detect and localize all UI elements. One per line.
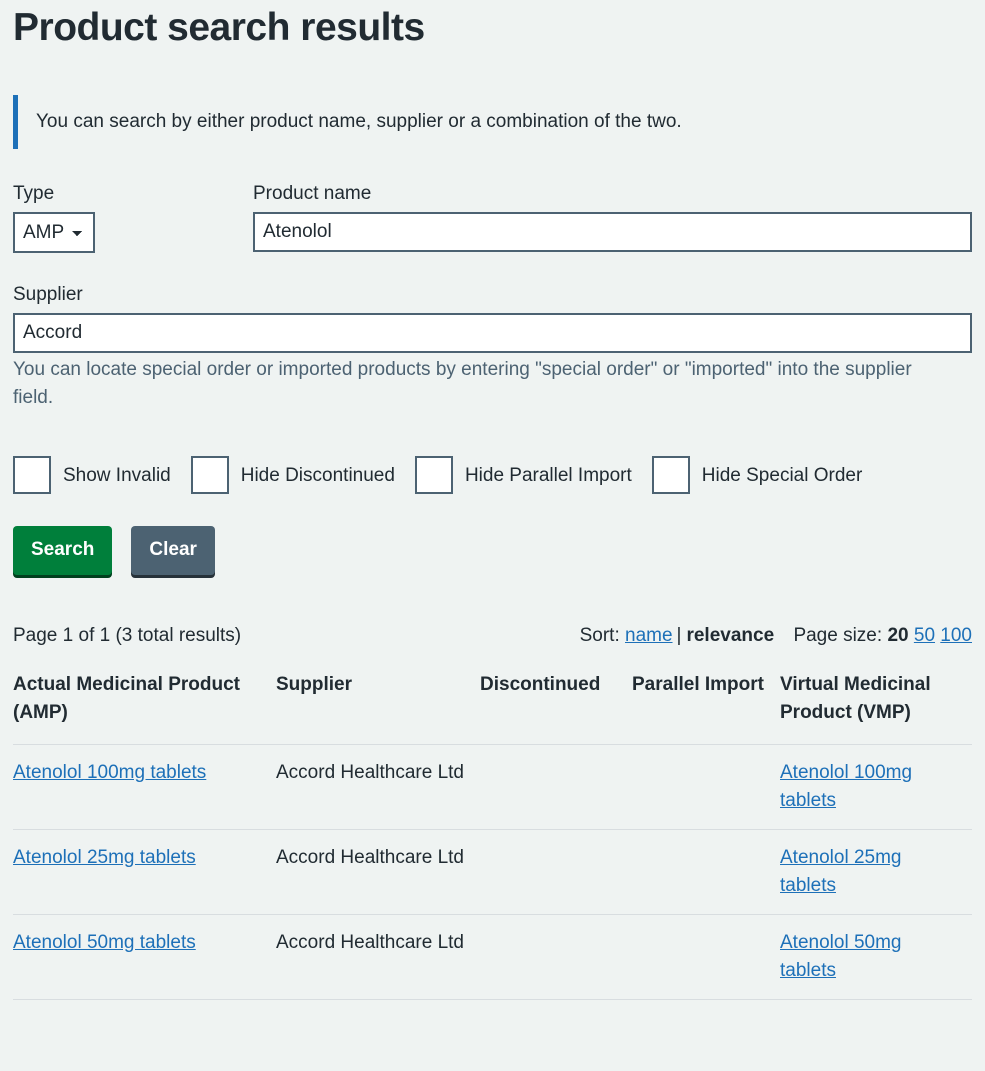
filter-checkbox-row: Show Invalid Hide Discontinued Hide Para… — [13, 456, 972, 494]
type-label: Type — [13, 183, 55, 204]
checkbox-box-icon[interactable] — [414, 456, 453, 494]
results-table: Actual Medicinal Product (AMP) Supplier … — [13, 671, 972, 1000]
checkbox-box-icon[interactable] — [651, 456, 690, 494]
info-callout: You can search by either product name, s… — [13, 95, 972, 149]
product-name-field-group: Product name — [253, 181, 972, 252]
cell-supplier: Accord Healthcare Ltd — [276, 914, 480, 1000]
checkbox-label: Hide Parallel Import — [464, 464, 632, 486]
table-row: Atenolol 100mg tablets Accord Healthcare… — [13, 744, 972, 830]
checkbox-label: Show Invalid — [63, 464, 171, 486]
checkbox-show-invalid[interactable]: Show Invalid — [13, 456, 171, 494]
cell-parallel-import — [632, 829, 780, 915]
column-header-supplier: Supplier — [276, 671, 480, 745]
cell-parallel-import — [632, 744, 780, 830]
sort-label: Sort: — [579, 625, 620, 646]
product-name-input[interactable] — [253, 212, 972, 252]
checkbox-hide-parallel-import[interactable]: Hide Parallel Import — [414, 456, 632, 494]
supplier-field-group: Supplier You can locate special order or… — [13, 282, 972, 412]
page-title: Product search results — [13, 6, 425, 49]
page-size-current-20: 20 — [887, 625, 909, 646]
cell-supplier: Accord Healthcare Ltd — [276, 829, 480, 915]
search-form: Type AMP Product name Supplier You can l… — [13, 181, 972, 575]
type-and-product-row: Type AMP Product name — [13, 181, 972, 253]
sort-separator: | — [676, 625, 682, 646]
results-table-head: Actual Medicinal Product (AMP) Supplier … — [13, 671, 972, 745]
checkbox-label: Hide Special Order — [701, 464, 863, 486]
results-table-body: Atenolol 100mg tablets Accord Healthcare… — [13, 744, 972, 1000]
page-size-link-50[interactable]: 50 — [914, 625, 935, 646]
cell-supplier: Accord Healthcare Ltd — [276, 744, 480, 830]
checkbox-hide-discontinued[interactable]: Hide Discontinued — [190, 456, 395, 494]
results-controls: Sort: name | relevance Page size: 20 50 10… — [580, 623, 972, 648]
column-header-discontinued: Discontinued — [480, 671, 632, 745]
form-button-row: Search Clear — [13, 526, 972, 575]
results-summary: Page 1 of 1 (3 total results) — [13, 625, 242, 646]
cell-discontinued — [480, 829, 632, 915]
info-callout-text: You can search by either product name, s… — [36, 111, 682, 132]
page-size-link-100[interactable]: 100 — [940, 625, 972, 646]
sort-by-relevance-current: relevance — [686, 625, 775, 646]
column-header-amp: Actual Medicinal Product (AMP) — [13, 671, 276, 745]
amp-product-link[interactable]: Atenolol 25mg tablets — [13, 847, 196, 868]
checkbox-box-icon[interactable] — [13, 456, 51, 494]
vmp-product-link[interactable]: Atenolol 25mg tablets — [780, 847, 901, 896]
supplier-input[interactable] — [13, 313, 972, 353]
cell-vmp: Atenolol 50mg tablets — [780, 914, 972, 1000]
type-field-group: Type AMP — [13, 181, 253, 253]
amp-product-link[interactable]: Atenolol 50mg tablets — [13, 932, 196, 953]
cell-vmp: Atenolol 100mg tablets — [780, 744, 972, 830]
cell-vmp: Atenolol 25mg tablets — [780, 829, 972, 915]
amp-product-link[interactable]: Atenolol 100mg tablets — [13, 762, 206, 783]
table-row: Atenolol 50mg tablets Accord Healthcare … — [13, 914, 972, 1000]
product-search-page: Product search results You can search by… — [0, 0, 985, 1071]
product-name-label: Product name — [253, 183, 372, 204]
page-size-label: Page size: — [793, 625, 883, 646]
column-header-vmp: Virtual Medicinal Product (VMP) — [780, 671, 972, 745]
type-select[interactable]: AMP — [13, 212, 95, 253]
table-row: Atenolol 25mg tablets Accord Healthcare … — [13, 829, 972, 915]
sort-by-name-link[interactable]: name — [625, 625, 673, 646]
cell-amp: Atenolol 100mg tablets — [13, 744, 276, 830]
vmp-product-link[interactable]: Atenolol 100mg tablets — [780, 762, 912, 811]
cell-discontinued — [480, 914, 632, 1000]
cell-amp: Atenolol 25mg tablets — [13, 829, 276, 915]
cell-discontinued — [480, 744, 632, 830]
checkbox-hide-special-order[interactable]: Hide Special Order — [651, 456, 863, 494]
results-meta-bar: Page 1 of 1 (3 total results) Sort: name… — [13, 623, 972, 648]
cell-amp: Atenolol 50mg tablets — [13, 914, 276, 1000]
column-header-parallel-import: Parallel Import — [632, 671, 780, 745]
clear-button[interactable]: Clear — [131, 526, 215, 575]
supplier-label: Supplier — [13, 284, 83, 305]
checkbox-label: Hide Discontinued — [240, 464, 395, 486]
cell-parallel-import — [632, 914, 780, 1000]
supplier-hint-text: You can locate special order or imported… — [13, 359, 912, 408]
checkbox-box-icon[interactable] — [190, 456, 229, 494]
search-button[interactable]: Search — [13, 526, 113, 575]
table-header-row: Actual Medicinal Product (AMP) Supplier … — [13, 671, 972, 745]
vmp-product-link[interactable]: Atenolol 50mg tablets — [780, 932, 901, 981]
